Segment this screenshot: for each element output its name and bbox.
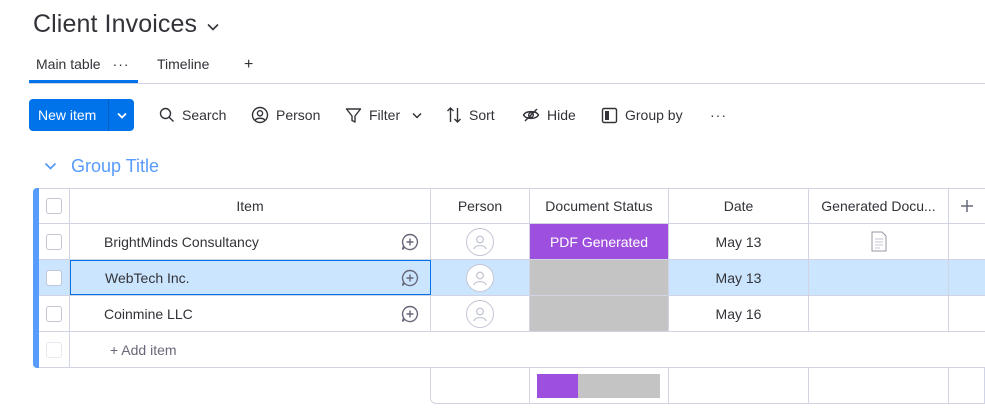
add-item-checkbox	[46, 341, 62, 358]
empty-avatar-icon	[466, 227, 494, 256]
table-row[interactable]: Coinmine LLC May 16	[39, 296, 985, 332]
column-header-generated[interactable]: Generated Docu...	[809, 189, 949, 223]
group-title[interactable]: Group Title	[71, 156, 159, 177]
person-icon	[251, 106, 269, 124]
status-summary-empty-segment	[577, 374, 660, 398]
board-header: Client Invoices	[33, 10, 219, 39]
row-checkbox[interactable]	[46, 305, 62, 322]
row-select-cell	[39, 296, 70, 331]
status-summary-done-segment	[537, 374, 578, 398]
sort-icon	[447, 107, 461, 123]
search-label: Search	[182, 107, 227, 123]
item-cell[interactable]: Coinmine LLC	[70, 296, 431, 331]
group-by-icon	[601, 107, 618, 123]
date-cell[interactable]: May 13	[669, 260, 809, 295]
table-row[interactable]: BrightMinds Consultancy PDF Generated Ma…	[39, 224, 985, 260]
status-cell[interactable]: PDF Generated	[530, 224, 669, 259]
person-label: Person	[276, 107, 321, 123]
table-row[interactable]: WebTech Inc. May 13	[39, 260, 985, 296]
view-tabs: Main table ··· Timeline +	[29, 52, 985, 84]
row-checkbox[interactable]	[46, 269, 62, 286]
person-cell[interactable]	[431, 224, 530, 259]
person-cell[interactable]	[431, 296, 530, 331]
item-name[interactable]: Coinmine LLC	[70, 306, 390, 322]
chevron-down-icon[interactable]	[207, 23, 219, 31]
new-item-label: New item	[38, 107, 97, 123]
group-header: Group Title	[44, 156, 159, 177]
empty-avatar-icon	[466, 299, 494, 328]
empty-cell	[949, 296, 985, 331]
sort-label: Sort	[469, 107, 495, 123]
tab-main-table[interactable]: Main table ···	[36, 56, 130, 72]
group-by-button[interactable]: Group by	[601, 99, 683, 131]
generated-document-cell[interactable]	[809, 260, 949, 295]
select-all-checkbox[interactable]	[46, 198, 62, 214]
empty-cell	[949, 224, 985, 259]
tab-main-table-label: Main table	[36, 56, 101, 72]
active-tab-indicator	[29, 80, 138, 83]
summary-row	[430, 368, 985, 404]
chevron-down-icon[interactable]	[109, 112, 134, 119]
column-header-date[interactable]: Date	[669, 189, 809, 223]
item-name[interactable]: BrightMinds Consultancy	[70, 234, 390, 250]
tab-more-icon[interactable]: ···	[113, 56, 130, 72]
item-name[interactable]: WebTech Inc.	[71, 270, 390, 286]
person-filter-button[interactable]: Person	[251, 99, 320, 131]
hide-button[interactable]: Hide	[522, 99, 576, 131]
row-checkbox[interactable]	[46, 233, 62, 250]
add-view-button[interactable]: +	[244, 56, 253, 74]
filter-icon	[345, 107, 362, 123]
date-cell[interactable]: May 13	[669, 224, 809, 259]
status-cell[interactable]	[530, 260, 669, 295]
add-update-icon[interactable]	[390, 224, 430, 259]
status-label: PDF Generated	[530, 224, 668, 259]
group-by-label: Group by	[625, 107, 683, 123]
status-label	[530, 296, 668, 331]
column-header-status[interactable]: Document Status	[530, 189, 669, 223]
filter-button[interactable]: Filter	[345, 99, 429, 131]
row-select-cell	[39, 260, 70, 295]
sort-button[interactable]: Sort	[446, 99, 495, 131]
document-file-icon[interactable]	[871, 231, 887, 252]
add-update-icon[interactable]	[390, 261, 430, 294]
search-button[interactable]: Search	[159, 99, 226, 131]
column-header-item[interactable]: Item	[70, 189, 431, 223]
item-cell[interactable]: BrightMinds Consultancy	[70, 224, 431, 259]
column-header-person[interactable]: Person	[431, 189, 530, 223]
hide-label: Hide	[547, 107, 576, 123]
add-update-icon[interactable]	[390, 296, 430, 331]
add-item-input[interactable]: + Add item	[110, 332, 177, 368]
item-cell[interactable]: WebTech Inc.	[70, 260, 431, 295]
chevron-down-icon[interactable]	[412, 112, 422, 119]
status-cell[interactable]	[530, 296, 669, 331]
summary-date-cell	[669, 368, 809, 404]
board-title[interactable]: Client Invoices	[33, 10, 197, 39]
new-item-button[interactable]: New item	[29, 99, 134, 131]
search-icon	[159, 107, 174, 122]
chevron-down-icon[interactable]	[44, 162, 57, 171]
status-label	[530, 260, 668, 295]
filter-label: Filter	[369, 107, 401, 123]
summary-status-cell[interactable]	[530, 368, 669, 404]
row-select-cell	[39, 224, 70, 259]
plus-icon	[961, 200, 973, 212]
add-item-row[interactable]: + Add item	[39, 332, 985, 368]
add-column-button[interactable]	[949, 189, 985, 223]
more-options-button[interactable]: ···	[710, 99, 727, 131]
status-summary-bar[interactable]	[537, 374, 660, 398]
table-header-row: Item Person Document Status Date Generat…	[39, 188, 985, 224]
person-cell[interactable]	[431, 260, 530, 295]
generated-document-cell[interactable]	[809, 296, 949, 331]
select-all-cell	[39, 189, 70, 223]
empty-avatar-icon	[466, 263, 494, 292]
add-item-select-cell	[39, 332, 70, 367]
summary-person-cell	[431, 368, 530, 404]
date-cell[interactable]: May 16	[669, 296, 809, 331]
summary-generated-cell	[809, 368, 949, 404]
empty-cell	[949, 260, 985, 295]
tab-timeline[interactable]: Timeline	[157, 56, 209, 72]
toolbar: New item Search Person Filter Sort Hide …	[29, 99, 749, 131]
eye-hidden-icon	[522, 108, 540, 122]
generated-document-cell[interactable]	[809, 224, 949, 259]
